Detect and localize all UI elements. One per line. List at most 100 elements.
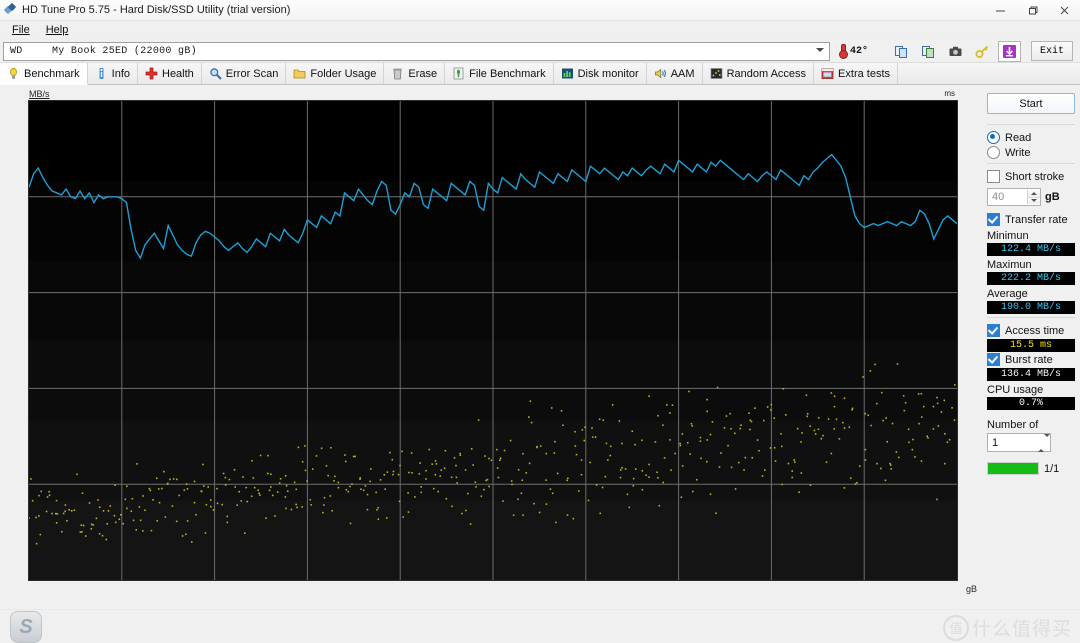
watermark-circle: 值: [942, 614, 969, 641]
short-stroke-unit: gB: [1045, 191, 1060, 203]
info-icon: [95, 67, 108, 80]
hdtune-window: HD Tune Pro 5.75 - Hard Disk/SSD Utility…: [0, 0, 1080, 643]
transfer-rate-option[interactable]: Transfer rate: [987, 212, 1075, 227]
short-stroke-label: Short stroke: [1005, 170, 1065, 183]
drive-label: WD My Book 25ED (22000 gB): [10, 46, 197, 57]
tab-disk-monitor[interactable]: Disk monitor: [554, 63, 647, 84]
hdtune-app-icon: [3, 2, 18, 17]
tab-health[interactable]: Health: [138, 63, 202, 84]
start-button[interactable]: Start: [987, 93, 1075, 114]
tab-label: Extra tests: [838, 67, 891, 80]
bulb-icon: [7, 67, 20, 80]
y2-axis-unit: ms: [944, 89, 955, 98]
key-icon[interactable]: [971, 41, 994, 62]
folder-icon: [293, 67, 306, 80]
tab-file-benchmark[interactable]: File Benchmark: [445, 63, 554, 84]
tab-benchmark[interactable]: Benchmark: [0, 63, 88, 85]
stepper-arrows[interactable]: [1027, 190, 1040, 204]
bottom-bar: S 值 什么值得买: [0, 609, 1080, 643]
short-stroke-option[interactable]: Short stroke: [987, 169, 1075, 184]
tab-label: Error Scan: [225, 67, 279, 80]
average-readout: 190.0 MB/s: [987, 301, 1075, 314]
speaker-icon: [654, 67, 667, 80]
window-title: HD Tune Pro 5.75 - Hard Disk/SSD Utility…: [22, 4, 291, 16]
mode-write-option[interactable]: Write: [987, 145, 1075, 160]
exit-button[interactable]: Exit: [1031, 41, 1073, 61]
menu-help[interactable]: Help: [38, 23, 77, 38]
minimum-readout: 122.4 MB/s: [987, 243, 1075, 256]
short-stroke-size-row: 40 gB: [987, 188, 1075, 206]
radio-write-icon[interactable]: [987, 146, 1000, 159]
number-of-stepper[interactable]: 1: [987, 433, 1051, 452]
checkbox-transfer-rate-icon[interactable]: [987, 213, 1000, 226]
copy-icon[interactable]: [890, 41, 913, 62]
camera-icon[interactable]: [944, 41, 967, 62]
window-icon: [821, 67, 834, 80]
tab-extra-tests[interactable]: Extra tests: [814, 63, 899, 84]
menu-file[interactable]: File: [4, 23, 38, 38]
radio-read-icon[interactable]: [987, 131, 1000, 144]
maximum-readout: 222.2 MB/s: [987, 272, 1075, 285]
checkbox-burst-rate-icon[interactable]: [987, 353, 1000, 366]
progress-text: 1/1: [1044, 462, 1060, 475]
logo-glyph: S: [19, 616, 33, 638]
number-of-value: 1: [992, 436, 999, 449]
mode-read-option[interactable]: Read: [987, 130, 1075, 145]
drive-selector[interactable]: WD My Book 25ED (22000 gB): [3, 41, 830, 61]
number-stepper-arrows[interactable]: [1038, 433, 1050, 452]
number-stepper-down-icon[interactable]: [1044, 433, 1050, 449]
tab-folder-usage[interactable]: Folder Usage: [286, 63, 385, 84]
taskbar-app-icon[interactable]: S: [10, 611, 42, 643]
checkbox-short-stroke-icon[interactable]: [987, 170, 1000, 183]
cross-icon: [145, 67, 158, 80]
tab-random-access[interactable]: Random Access: [703, 63, 815, 84]
access-time-label: Access time: [1005, 324, 1065, 337]
file-icon: [452, 67, 465, 80]
burst-rate-value: 136.4 MB/s: [1000, 369, 1061, 380]
menu-bar: File Help: [0, 21, 1080, 40]
bars-icon: [561, 67, 574, 80]
drive-model: My Book 25ED (22000 gB): [52, 45, 197, 57]
tab-label: Erase: [408, 67, 438, 80]
tab-error-scan[interactable]: Error Scan: [202, 63, 287, 84]
chevron-down-icon[interactable]: [815, 47, 824, 52]
tab-bar: Benchmark Info Health Error Scan Folder …: [0, 62, 1080, 85]
progress-bar: [987, 462, 1039, 475]
download-icon[interactable]: [998, 40, 1021, 62]
average-label: Average: [987, 288, 1028, 300]
close-icon[interactable]: [1048, 0, 1080, 20]
stepper-down-icon[interactable]: [1028, 197, 1040, 204]
y-axis-unit: MB/s: [29, 89, 50, 99]
transfer-rate-graph[interactable]: trial version 05010015020025010203040500…: [28, 100, 958, 581]
maximum-value: 222.2 MB/s: [1000, 273, 1061, 284]
minimize-icon[interactable]: [984, 0, 1016, 20]
cpu-usage-readout: 0.7%: [987, 397, 1075, 410]
watermark-text: 什么值得买: [971, 619, 1072, 640]
site-watermark: 值 什么值得买: [942, 614, 1072, 641]
scatter-icon: [710, 67, 723, 80]
stepper-up-icon[interactable]: [1028, 190, 1040, 198]
tab-info[interactable]: Info: [88, 63, 138, 84]
tab-aam[interactable]: AAM: [647, 63, 703, 84]
main-area: MB/s ms gB trial version 050100150200250…: [0, 85, 1080, 609]
tab-erase[interactable]: Erase: [384, 63, 446, 84]
x-axis-unit: gB: [965, 584, 977, 594]
burst-rate-option[interactable]: Burst rate: [987, 352, 1075, 367]
title-bar: HD Tune Pro 5.75 - Hard Disk/SSD Utility…: [0, 0, 1080, 21]
checkbox-access-time-icon[interactable]: [987, 324, 1000, 337]
maximize-icon[interactable]: [1016, 0, 1048, 20]
copy-screen-icon[interactable]: [917, 41, 940, 62]
access-time-option[interactable]: Access time: [987, 323, 1075, 338]
tab-label: AAM: [670, 67, 695, 80]
trash-icon: [391, 67, 404, 80]
number-of-label: Number of: [987, 419, 1039, 431]
burst-rate-label: Burst rate: [1005, 353, 1053, 366]
window-controls: [984, 0, 1080, 20]
tab-label: Health: [162, 67, 194, 80]
cpu-usage-value: 0.7%: [1018, 398, 1043, 409]
temperature-value: 42°: [849, 45, 868, 57]
temperature-indicator: 42°: [834, 43, 872, 59]
benchmark-options-panel: Start Read Write Short stroke 40 gB Tran…: [980, 85, 1080, 609]
access-time-value: 15.5 ms: [1009, 340, 1052, 351]
short-stroke-stepper[interactable]: 40: [987, 188, 1041, 206]
